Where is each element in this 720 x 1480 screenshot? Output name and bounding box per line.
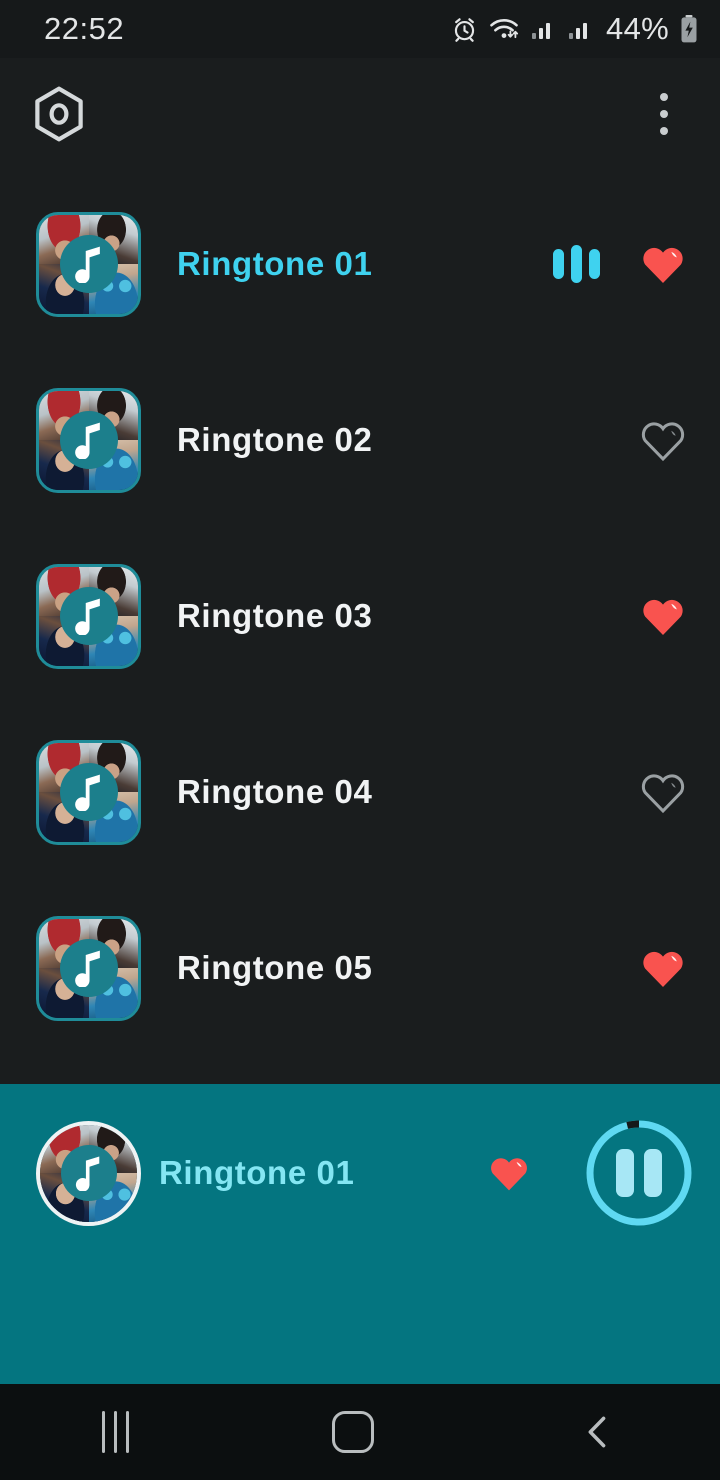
wifi-icon: [489, 16, 519, 43]
player-favorite-heart-filled-icon[interactable]: [488, 1152, 530, 1194]
list-item[interactable]: Ringtone 04: [0, 704, 720, 880]
back-icon[interactable]: [577, 1411, 619, 1453]
status-bar: 22:52 44%: [0, 0, 720, 58]
player-controls: [488, 1118, 694, 1228]
ringtone-title: Ringtone 02: [177, 421, 373, 458]
ringtone-thumbnail: [36, 739, 141, 845]
row-actions: [640, 417, 686, 463]
app-bar: [0, 58, 720, 170]
ringtone-title: Ringtone 05: [177, 949, 373, 986]
list-item[interactable]: Ringtone 02: [0, 352, 720, 528]
player-album-art: [36, 1120, 141, 1226]
list-item[interactable]: Ringtone 05: [0, 880, 720, 1056]
favorite-heart-filled-icon[interactable]: [640, 945, 686, 991]
list-item[interactable]: Ringtone 03: [0, 528, 720, 704]
music-note-icon: [59, 763, 118, 821]
signal-sim1-icon: [530, 16, 556, 42]
app-screen: 22:52 44% Ringtone 01 Ringtone 02 Ringto…: [0, 0, 720, 1480]
home-icon[interactable]: [331, 1411, 374, 1453]
row-actions: [640, 593, 686, 639]
signal-sim2-icon: [567, 16, 593, 42]
ringtone-title: Ringtone 04: [177, 773, 373, 810]
battery-charging-icon: [680, 14, 698, 44]
pause-icon: [616, 1149, 662, 1197]
music-note-icon: [59, 411, 118, 469]
list-item[interactable]: Ringtone 01: [0, 176, 720, 352]
row-actions: [553, 241, 686, 287]
row-actions: [640, 945, 686, 991]
ringtone-title: Ringtone 03: [177, 597, 373, 634]
status-icon-group: 44%: [451, 11, 698, 47]
favorite-heart-filled-icon[interactable]: [640, 241, 686, 287]
battery-percent-label: 44%: [606, 11, 669, 46]
ringtone-thumbnail: [36, 387, 141, 493]
ringtone-list: Ringtone 01 Ringtone 02 Ringtone 03 Ring…: [0, 176, 720, 1084]
status-clock: 22:52: [44, 11, 125, 46]
ringtone-thumbnail: [36, 563, 141, 669]
pause-button[interactable]: [584, 1118, 694, 1228]
music-note-icon: [59, 235, 118, 293]
music-note-icon: [60, 1145, 117, 1201]
ringtone-thumbnail: [36, 211, 141, 317]
equalizer-playing-icon: [553, 245, 600, 283]
mini-player-content: Ringtone 01: [0, 1084, 720, 1262]
alarm-icon: [451, 16, 478, 43]
music-note-icon: [59, 939, 118, 997]
recents-icon[interactable]: [101, 1411, 129, 1453]
row-actions: [640, 769, 686, 815]
ringtone-title: Ringtone 01: [177, 245, 373, 282]
music-note-icon: [59, 587, 118, 645]
system-navigation-bar: [0, 1384, 720, 1480]
player-track-title: Ringtone 01: [159, 1154, 355, 1191]
favorite-heart-filled-icon[interactable]: [640, 593, 686, 639]
hexagon-settings-icon[interactable]: [30, 85, 88, 143]
favorite-heart-outline-icon[interactable]: [640, 769, 686, 815]
more-vertical-icon[interactable]: [642, 85, 686, 143]
mini-player-bar: Ringtone 01: [0, 1084, 720, 1384]
ringtone-thumbnail: [36, 915, 141, 1021]
favorite-heart-outline-icon[interactable]: [640, 417, 686, 463]
